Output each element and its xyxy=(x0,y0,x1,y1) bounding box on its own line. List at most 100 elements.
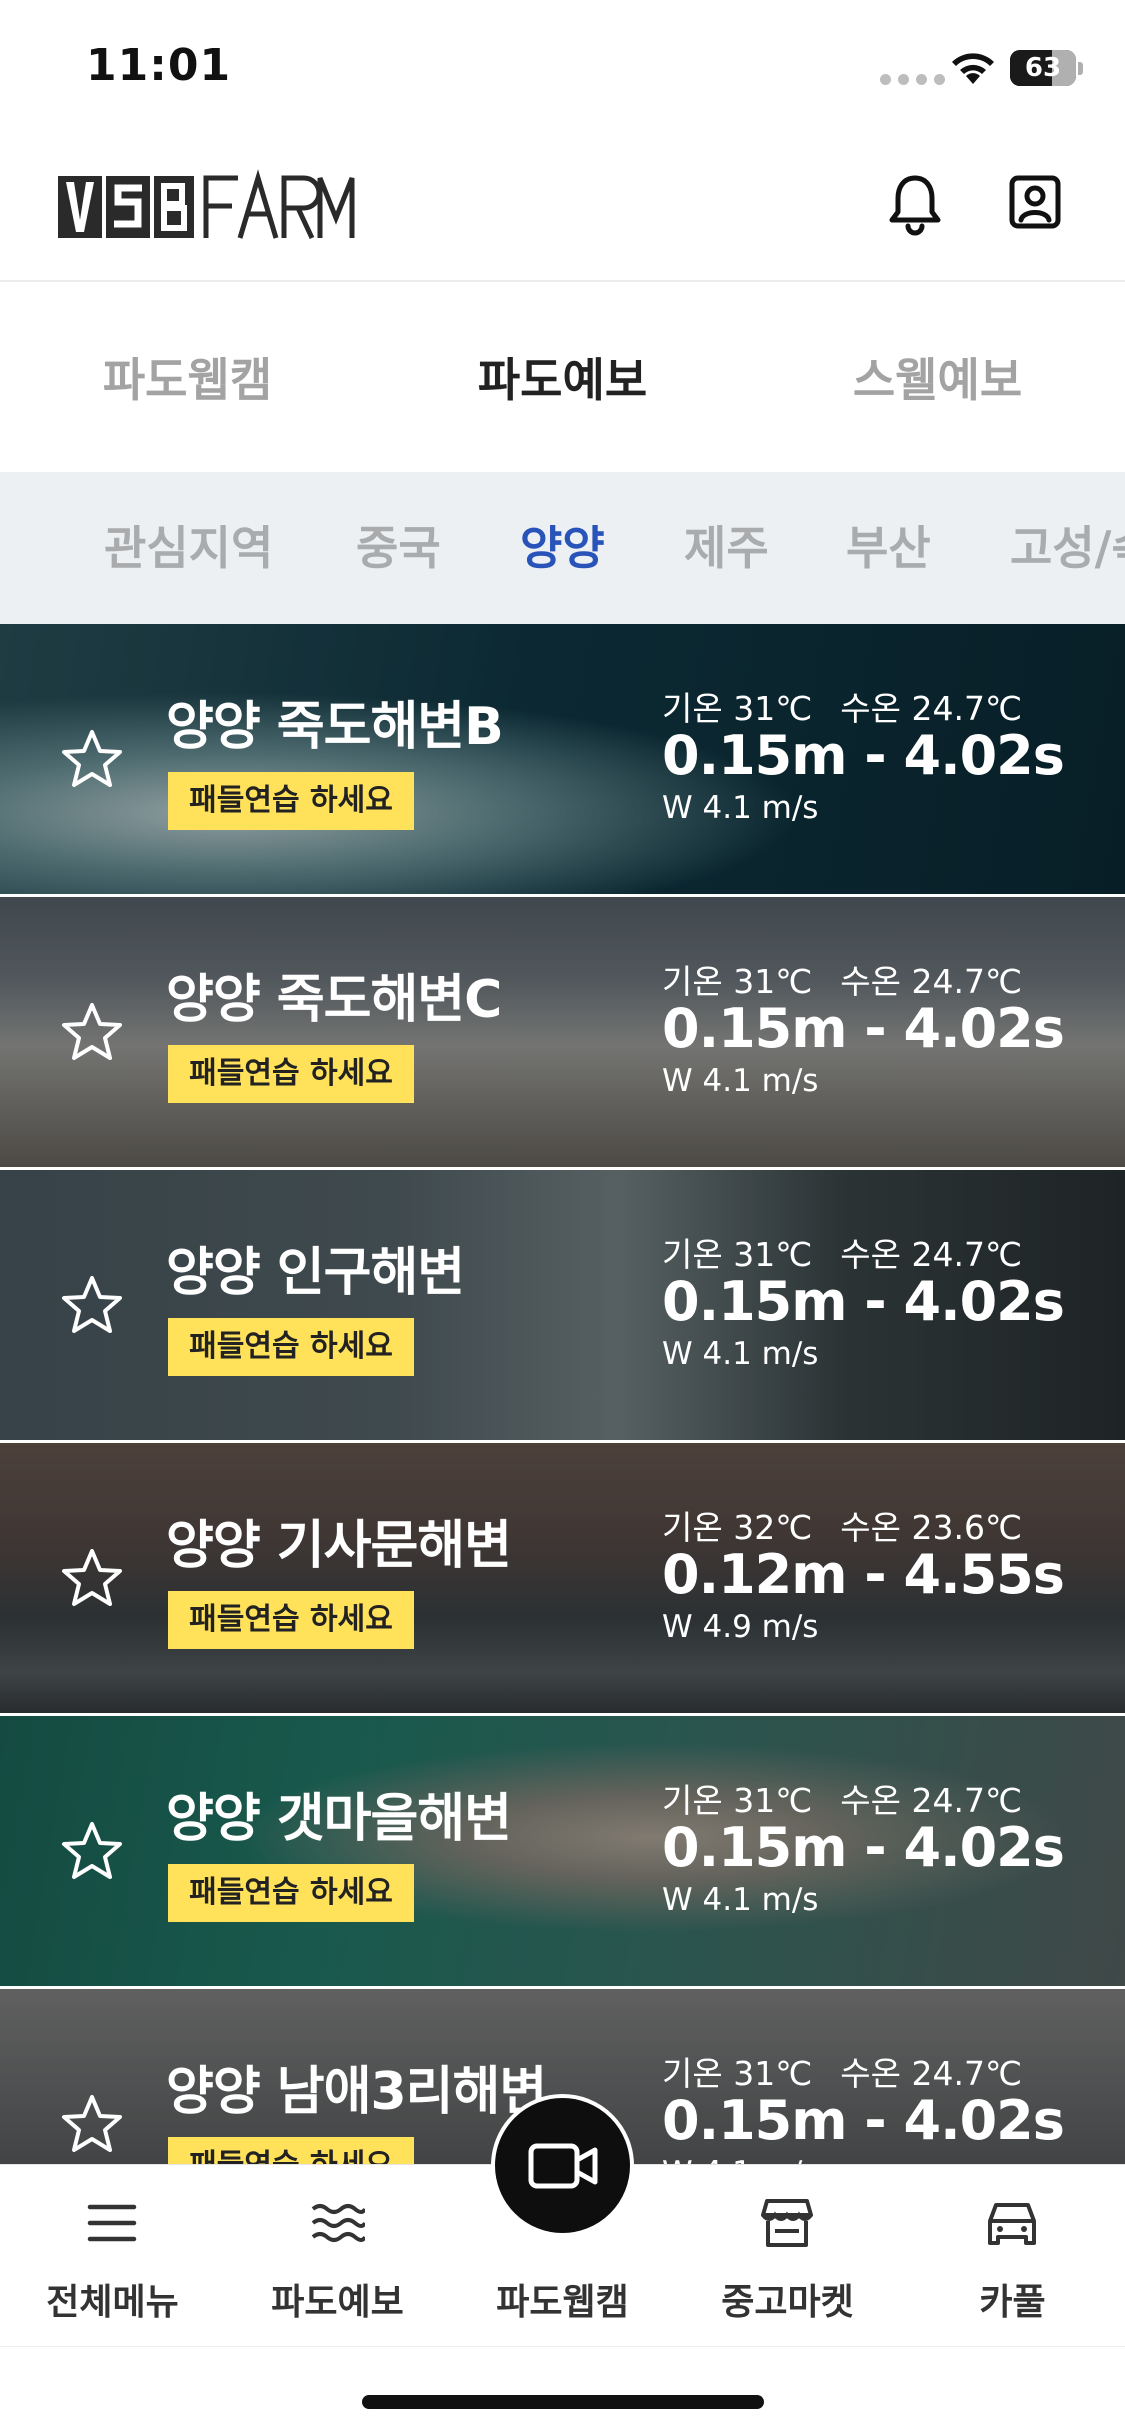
weather-temps: 기온 31℃ 수온 24.7℃ xyxy=(662,1774,1022,1822)
wind-info: W 4.1 m/s xyxy=(662,1882,819,1918)
wsbfarm-logo[interactable] xyxy=(58,168,358,246)
region-tab-yangyang[interactable]: 양양 xyxy=(520,472,605,624)
region-tab-jeju[interactable]: 제주 xyxy=(684,472,769,624)
weather-temps: 기온 32℃ 수온 23.6℃ xyxy=(662,1501,1022,1549)
region-tab-jungguk[interactable]: 중국 xyxy=(356,472,441,624)
air-temp-label: 기온 xyxy=(662,2054,723,2093)
nav-carpool[interactable]: 카풀 xyxy=(900,2165,1125,2347)
wind-info: W 4.1 m/s xyxy=(662,2155,818,2164)
favorite-star-icon[interactable] xyxy=(60,1547,124,1609)
wave-height-period: 0.15m - 4.02s xyxy=(662,1816,1065,1879)
region-tabs: 관심지역 중국 양양 제주 부산 고성/속 xyxy=(0,472,1125,624)
nav-label: 전체메뉴 xyxy=(46,2282,179,2323)
beach-name: 양양 기사문해변 xyxy=(166,1516,512,1576)
tab-swell-forecast[interactable]: 스웰예보 xyxy=(750,282,1125,472)
waves-icon xyxy=(311,2204,365,2242)
weather-temps: 기온 31℃ 수온 24.7℃ xyxy=(662,1228,1022,1276)
condition-badge: 패들연습 하세요 xyxy=(168,2137,414,2164)
water-temp-label: 수온 xyxy=(840,962,902,1001)
store-icon xyxy=(761,2199,813,2247)
wave-height-period: 0.12m - 4.55s xyxy=(662,1543,1065,1606)
beach-list: 양양 죽도해변B 패들연습 하세요 기온 31℃ 수온 24.7℃ 0.15m -… xyxy=(0,624,1125,2164)
air-temp-label: 기온 xyxy=(662,962,723,1001)
air-temp-label: 기온 xyxy=(662,689,723,728)
region-tab-favorites[interactable]: 관심지역 xyxy=(104,472,273,624)
region-tab-goseong[interactable]: 고성/속 xyxy=(1010,472,1125,624)
tab-wave-webcam[interactable]: 파도웹캠 xyxy=(0,282,375,472)
condition-badge: 패들연습 하세요 xyxy=(168,1318,414,1376)
profile-icon[interactable] xyxy=(1008,174,1062,230)
beach-name: 양양 인구해변 xyxy=(166,1243,465,1303)
nav-label: 중고마켓 xyxy=(721,2282,854,2323)
air-temp: 31℃ xyxy=(733,2054,813,2093)
nav-wave-forecast[interactable]: 파도예보 xyxy=(225,2165,450,2347)
menu-icon xyxy=(87,2204,137,2242)
wave-height-period: 0.15m - 4.02s xyxy=(662,2089,1065,2152)
water-temp-label: 수온 xyxy=(840,689,902,728)
favorite-star-icon[interactable] xyxy=(60,1001,124,1063)
wind-info: W 4.1 m/s xyxy=(662,1063,819,1099)
status-bar: 11:01 63 xyxy=(0,0,1125,140)
favorite-star-icon[interactable] xyxy=(60,1820,124,1882)
condition-badge: 패들연습 하세요 xyxy=(168,1591,414,1649)
beach-card[interactable]: 양양 인구해변 패들연습 하세요 기온 31℃ 수온 24.7℃ 0.15m - … xyxy=(0,1170,1125,1440)
nav-all-menu[interactable]: 전체메뉴 xyxy=(0,2165,225,2347)
tab-wave-forecast[interactable]: 파도예보 xyxy=(375,282,750,472)
beach-name: 양양 죽도해변C xyxy=(166,970,502,1030)
wave-height-period: 0.15m - 4.02s xyxy=(662,724,1065,787)
air-temp-label: 기온 xyxy=(662,1235,723,1274)
car-icon xyxy=(988,2203,1036,2245)
video-camera-icon xyxy=(528,2143,598,2189)
condition-badge: 패들연습 하세요 xyxy=(168,1864,414,1922)
nav-label: 카풀 xyxy=(979,2282,1046,2323)
wifi-icon xyxy=(952,53,994,84)
region-tab-busan[interactable]: 부산 xyxy=(846,472,931,624)
air-temp-label: 기온 xyxy=(662,1781,723,1820)
beach-card[interactable]: 양양 죽도해변C 패들연습 하세요 기온 31℃ 수온 24.7℃ 0.15m -… xyxy=(0,897,1125,1167)
webcam-fab-button[interactable] xyxy=(491,2094,634,2237)
favorite-star-icon[interactable] xyxy=(60,1274,124,1336)
water-temp: 24.7℃ xyxy=(911,689,1023,728)
air-temp: 31℃ xyxy=(733,962,813,1001)
cellular-signal-icon xyxy=(880,74,945,85)
battery-cap xyxy=(1078,62,1083,75)
beach-card[interactable]: 양양 갯마을해변 패들연습 하세요 기온 31℃ 수온 24.7℃ 0.15m -… xyxy=(0,1716,1125,1986)
battery-icon: 63 xyxy=(1010,50,1076,86)
nav-used-market[interactable]: 중고마켓 xyxy=(675,2165,900,2347)
beach-card[interactable]: 양양 기사문해변 패들연습 하세요 기온 32℃ 수온 23.6℃ 0.12m -… xyxy=(0,1443,1125,1713)
logo-mark xyxy=(58,169,355,240)
air-temp: 31℃ xyxy=(733,1781,813,1820)
water-temp: 24.7℃ xyxy=(911,1235,1023,1274)
water-temp-label: 수온 xyxy=(840,2054,902,2093)
wind-info: W 4.1 m/s xyxy=(662,790,819,826)
water-temp: 24.7℃ xyxy=(911,962,1023,1001)
air-temp: 32℃ xyxy=(733,1508,813,1547)
wave-height-period: 0.15m - 4.02s xyxy=(662,997,1065,1060)
notification-bell-icon[interactable] xyxy=(886,172,944,236)
weather-temps: 기온 31℃ 수온 24.7℃ xyxy=(662,2047,1022,2095)
wave-height-period: 0.15m - 4.02s xyxy=(662,1270,1065,1333)
status-time: 11:01 xyxy=(86,40,232,91)
battery-level: 63 xyxy=(1024,53,1062,83)
air-temp: 31℃ xyxy=(733,689,813,728)
water-temp: 23.6℃ xyxy=(911,1508,1023,1547)
wind-info: W 4.1 m/s xyxy=(662,1336,819,1372)
app-header xyxy=(0,140,1125,282)
favorite-star-icon[interactable] xyxy=(60,728,124,790)
wind-info: W 4.9 m/s xyxy=(662,1609,819,1645)
beach-name: 양양 갯마을해변 xyxy=(166,1789,512,1849)
water-temp: 24.7℃ xyxy=(911,1781,1023,1820)
main-tabs: 파도웹캠 파도예보 스웰예보 xyxy=(0,282,1125,472)
beach-card[interactable]: 양양 죽도해변B 패들연습 하세요 기온 31℃ 수온 24.7℃ 0.15m -… xyxy=(0,624,1125,894)
home-indicator[interactable] xyxy=(362,2395,764,2409)
weather-temps: 기온 31℃ 수온 24.7℃ xyxy=(662,682,1022,730)
air-temp: 31℃ xyxy=(733,1235,813,1274)
condition-badge: 패들연습 하세요 xyxy=(168,1045,414,1103)
nav-label: 파도웹캠 xyxy=(496,2282,629,2323)
condition-badge: 패들연습 하세요 xyxy=(168,772,414,830)
water-temp-label: 수온 xyxy=(840,1508,902,1547)
home-indicator-area xyxy=(0,2346,1125,2436)
beach-name: 양양 남애3리해변 xyxy=(166,2062,547,2122)
water-temp-label: 수온 xyxy=(840,1235,902,1274)
favorite-star-icon[interactable] xyxy=(60,2093,124,2155)
